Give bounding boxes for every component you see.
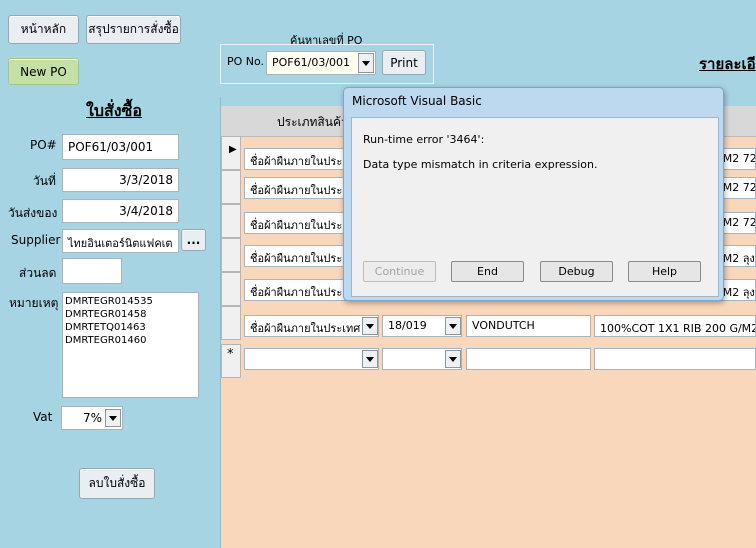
row-selector[interactable] <box>221 170 241 204</box>
product-type-cell[interactable]: ชื่อผ้าผืนภายในประเทศ <box>244 315 379 337</box>
supplier-field[interactable]: ไทยอินเตอร์นิตแฟคเต <box>62 229 179 253</box>
po-number-label: PO# <box>30 138 57 152</box>
remarks-line: DMRTEGR014535 <box>65 296 153 307</box>
home-button[interactable]: หน้าหลัก <box>8 15 79 44</box>
current-row-icon: ▶ <box>229 144 237 155</box>
dialog-title: Microsoft Visual Basic <box>352 94 482 108</box>
new-record-icon: * <box>227 347 234 362</box>
row-selector[interactable]: ▶ <box>221 136 241 170</box>
date-field[interactable]: 3/3/2018 <box>62 168 179 192</box>
remarks-line: DMRTEGR01460 <box>65 335 147 346</box>
discount-label: ส่วนลด <box>19 266 57 280</box>
end-button[interactable]: End <box>451 261 524 282</box>
form-title: ใบสั่งซื้อ <box>86 101 143 120</box>
delete-po-button[interactable]: ลบใบสั่งซื้อ <box>79 468 155 499</box>
chevron-down-icon[interactable] <box>362 350 378 368</box>
column-header-type: ประเภทสินค้า <box>277 115 348 129</box>
continue-button[interactable]: Continue <box>363 261 436 282</box>
description-cell[interactable] <box>594 348 756 370</box>
delivery-date-field[interactable]: 3/4/2018 <box>62 199 179 223</box>
print-button[interactable]: Print <box>382 50 426 75</box>
chevron-down-icon[interactable] <box>105 409 121 427</box>
product-type-cell[interactable] <box>244 348 379 370</box>
error-message-text: Data type mismatch in criteria expressio… <box>363 158 598 171</box>
po-number-field[interactable]: POF61/03/001 <box>62 134 179 160</box>
row-selector[interactable] <box>221 204 241 238</box>
error-dialog: Microsoft Visual Basic Run-time error '3… <box>343 87 724 301</box>
po-no-label: PO No. <box>227 55 265 68</box>
discount-field[interactable] <box>62 258 122 284</box>
description-cell[interactable]: 100%COT 1X1 RIB 200 G/M2 ลุง <box>594 315 756 337</box>
row-selector[interactable] <box>221 306 241 340</box>
chevron-down-icon[interactable] <box>445 350 461 368</box>
detail-title: รายละเอี <box>699 55 756 73</box>
chevron-down-icon[interactable] <box>362 317 378 335</box>
chevron-down-icon[interactable] <box>445 317 461 335</box>
po-summary-button[interactable]: สรุปรายการสั่งซื้อ <box>86 15 181 44</box>
dialog-body: Run-time error '3464': Data type mismatc… <box>351 117 719 297</box>
remarks-textarea[interactable]: DMRTEGR014535 DMRTEGR01458 DMRTETQ01463 … <box>62 292 199 398</box>
remarks-line: DMRTETQ01463 <box>65 322 146 333</box>
row-selector[interactable] <box>221 272 241 306</box>
row-selector[interactable] <box>221 238 241 272</box>
debug-button[interactable]: Debug <box>540 261 613 282</box>
supplier-cell[interactable]: VONDUTCH <box>466 315 591 337</box>
error-code-text: Run-time error '3464': <box>363 133 485 146</box>
vat-label: Vat <box>33 410 53 424</box>
supplier-label: Supplier <box>11 233 61 247</box>
supplier-cell[interactable] <box>466 348 591 370</box>
delivery-date-label: วันส่งของ <box>8 206 58 220</box>
help-button[interactable]: Help <box>628 261 701 282</box>
date-label: วันที่ <box>33 174 56 188</box>
new-po-button[interactable]: New PO <box>8 58 79 85</box>
remarks-line: DMRTEGR01458 <box>65 309 147 320</box>
remarks-label: หมายเหตุ <box>9 296 59 310</box>
supplier-lookup-button[interactable]: ... <box>181 229 206 251</box>
chevron-down-icon[interactable] <box>358 53 374 73</box>
row-selector[interactable]: * <box>221 344 241 378</box>
